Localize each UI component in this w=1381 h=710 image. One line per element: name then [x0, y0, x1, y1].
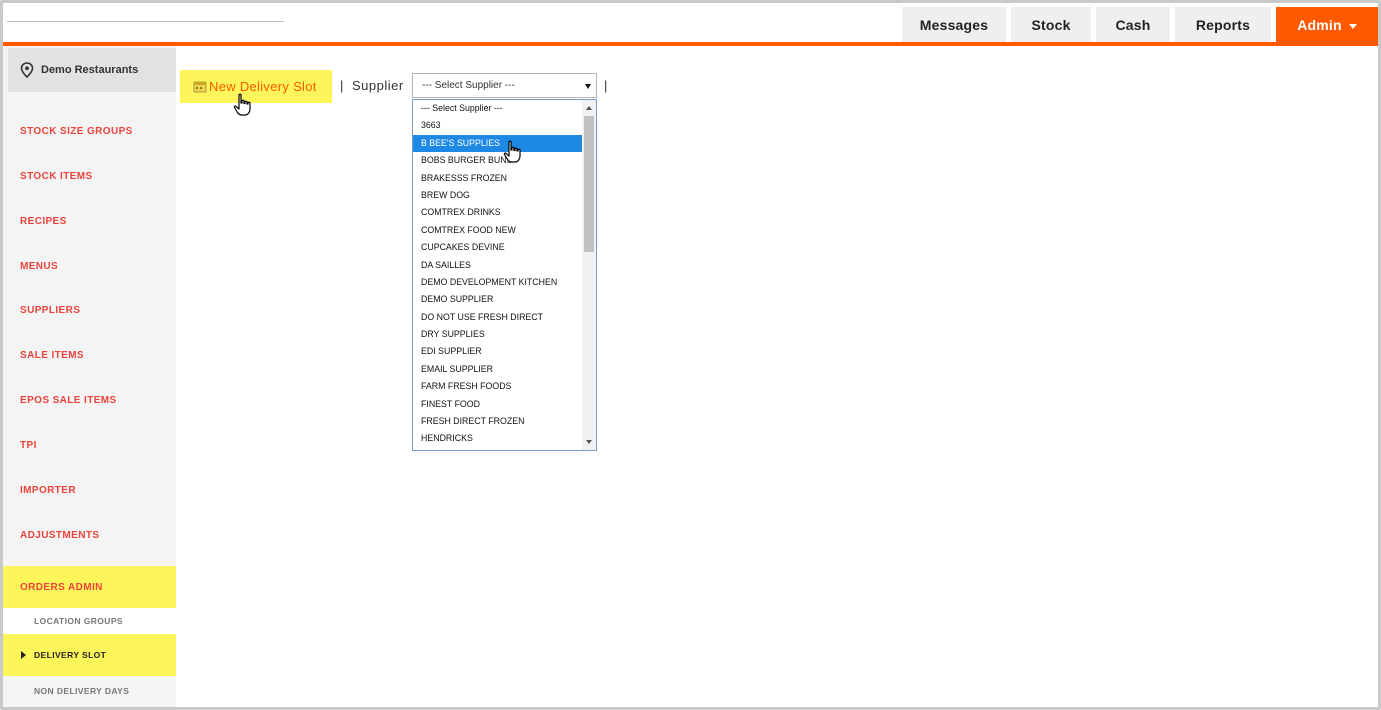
supplier-option[interactable]: DEMO SUPPLIER — [413, 291, 583, 308]
new-delivery-slot-label: New Delivery Slot — [209, 79, 317, 94]
sidebar-subitem-delivery-slot[interactable]: DELIVERY SLOT — [3, 634, 176, 676]
supplier-option[interactable]: FINEST FOOD — [413, 396, 583, 413]
window-frame — [0, 0, 1381, 710]
caret-right-icon — [21, 651, 26, 659]
sidebar-item-epos-sale-items[interactable]: EPOS SALE ITEMS — [3, 385, 176, 415]
location-selector[interactable]: Demo Restaurants — [8, 48, 176, 92]
header-accent-rule — [3, 42, 1378, 46]
supplier-option[interactable]: BRAKESSS FROZEN — [413, 170, 583, 187]
sidebar-item-orders-admin[interactable]: ORDERS ADMIN — [3, 566, 176, 608]
sidebar-item-sale-items[interactable]: SALE ITEMS — [3, 340, 176, 370]
sidebar-item-tpi[interactable]: TPI — [3, 430, 176, 460]
supplier-option[interactable]: COMTREX DRINKS — [413, 204, 583, 221]
scrollbar-thumb[interactable] — [584, 116, 594, 252]
nav-tab-messages[interactable]: Messages — [902, 7, 1006, 43]
hand-pointer-icon — [503, 140, 521, 163]
dropdown-scrollbar[interactable] — [582, 100, 596, 450]
sidebar-item-stock-items[interactable]: STOCK ITEMS — [3, 161, 176, 191]
map-pin-icon — [20, 62, 34, 78]
nav-tab-admin[interactable]: Admin — [1276, 7, 1378, 43]
sidebar-item-stock-size-groups[interactable]: STOCK SIZE GROUPS — [3, 116, 176, 146]
scroll-down-icon[interactable] — [586, 440, 592, 444]
nav-tab-cash[interactable]: Cash — [1096, 7, 1170, 43]
search-underline — [7, 21, 284, 22]
sidebar-subitem-non-delivery-days[interactable]: NON DELIVERY DAYS — [3, 678, 176, 704]
supplier-option[interactable]: CUPCAKES DEVINE — [413, 239, 583, 256]
supplier-option[interactable]: 3663 — [413, 117, 583, 134]
new-delivery-slot-button[interactable]: New Delivery Slot — [180, 70, 332, 103]
supplier-option[interactable]: DA SAILLES — [413, 257, 583, 274]
sidebar-item-recipes[interactable]: RECIPES — [3, 206, 176, 236]
toolbar-separator-end: | — [604, 78, 608, 93]
sidebar-item-menus[interactable]: MENUS — [3, 251, 176, 281]
hand-pointer-icon — [233, 93, 251, 116]
sidebar-item-importer[interactable]: IMPORTER — [3, 475, 176, 505]
supplier-option[interactable]: DEMO DEVELOPMENT KITCHEN — [413, 274, 583, 291]
sidebar-item-adjustments[interactable]: ADJUSTMENTS — [3, 520, 176, 550]
main-nav: Messages Stock Cash Reports Admin — [897, 7, 1378, 43]
supplier-label: Supplier — [352, 78, 404, 93]
sidebar-subitem-location-groups[interactable]: LOCATION GROUPS — [3, 608, 176, 634]
nav-tab-reports[interactable]: Reports — [1175, 7, 1271, 43]
dropdown-arrow-icon — [585, 84, 591, 89]
location-name: Demo Restaurants — [41, 64, 139, 76]
supplier-option[interactable]: BREW DOG — [413, 187, 583, 204]
sidebar: Demo Restaurants STOCK SIZE GROUPS STOCK… — [3, 46, 176, 707]
supplier-option[interactable]: DO NOT USE FRESH DIRECT — [413, 309, 583, 326]
supplier-option[interactable]: FARM FRESH FOODS — [413, 378, 583, 395]
calendar-add-icon — [193, 81, 207, 92]
supplier-select-value: --- Select Supplier --- — [422, 80, 515, 91]
supplier-option[interactable]: FRESH DIRECT FROZEN — [413, 413, 583, 430]
nav-tab-stock[interactable]: Stock — [1011, 7, 1091, 43]
sidebar-item-suppliers[interactable]: SUPPLIERS — [3, 295, 176, 325]
supplier-option[interactable]: DRY SUPPLIES — [413, 326, 583, 343]
supplier-option[interactable]: BOBS BURGER BUNS — [413, 152, 583, 169]
toolbar-separator: | — [340, 78, 344, 93]
admin-label: Admin — [1297, 17, 1342, 33]
supplier-option[interactable]: EMAIL SUPPLIER — [413, 361, 583, 378]
scroll-up-icon[interactable] — [586, 106, 592, 110]
top-bar: Messages Stock Cash Reports Admin — [3, 3, 1378, 43]
supplier-option[interactable]: COMTREX FOOD NEW — [413, 222, 583, 239]
supplier-option[interactable]: --- Select Supplier --- — [413, 100, 583, 117]
supplier-select[interactable]: --- Select Supplier --- — [412, 73, 597, 98]
supplier-option[interactable]: HENDRICKS — [413, 430, 583, 447]
supplier-option[interactable]: EDI SUPPLIER — [413, 343, 583, 360]
caret-down-icon — [1348, 23, 1357, 29]
delivery-slot-label: DELIVERY SLOT — [34, 650, 107, 660]
supplier-option-selected[interactable]: B BEE'S SUPPLIES — [413, 134, 583, 153]
